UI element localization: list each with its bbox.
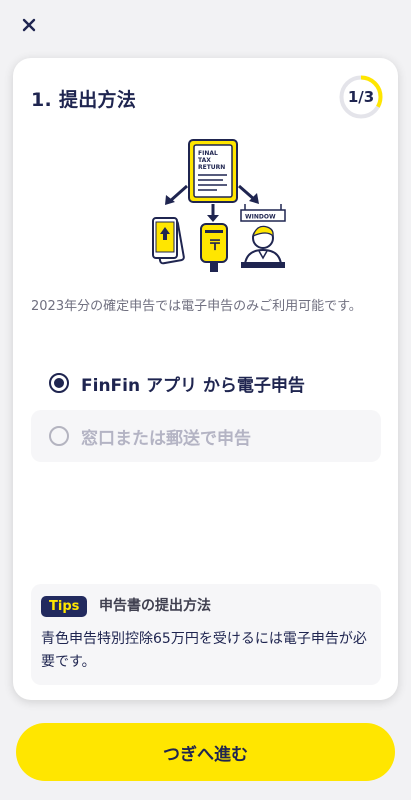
close-icon bbox=[22, 18, 36, 32]
filing-description: 2023年分の確定申告では電子申告のみご利用可能です。 bbox=[31, 299, 362, 314]
window-sign: WINDOW bbox=[245, 214, 276, 221]
tips-box: Tips 申告書の提出方法 青色申告特別控除65万円を受けるには電子申告が必要で… bbox=[31, 584, 381, 685]
option-label-electronic: FinFin アプリ から電子申告 bbox=[81, 375, 305, 396]
step-title: 1. 提出方法 bbox=[31, 89, 137, 111]
step-card: 1. 提出方法 1/3 FINAL TAX RETURN 〒 WINDOW 20… bbox=[13, 58, 398, 700]
progress-label: 1/3 bbox=[347, 88, 375, 106]
next-button[interactable]: つぎへ進む bbox=[16, 723, 395, 781]
tips-heading: 申告書の提出方法 bbox=[99, 598, 211, 614]
option-electronic-filing[interactable]: FinFin アプリ から電子申告 bbox=[31, 357, 381, 409]
tips-badge: Tips bbox=[41, 596, 88, 617]
doc-line-2: TAX bbox=[198, 157, 211, 164]
close-button[interactable] bbox=[14, 10, 44, 40]
radio-unselected bbox=[49, 426, 69, 446]
radio-selected[interactable] bbox=[49, 373, 69, 393]
post-mark: 〒 bbox=[208, 238, 222, 254]
radio-dot bbox=[54, 378, 64, 388]
doc-line-1: FINAL bbox=[198, 150, 218, 157]
option-counter-or-mail: 窓口または郵送で申告 bbox=[31, 410, 381, 462]
tips-body: 青色申告特別控除65万円を受けるには電子申告が必要です。 bbox=[41, 631, 367, 670]
doc-line-3: RETURN bbox=[198, 164, 225, 171]
option-label-counter-mail: 窓口または郵送で申告 bbox=[81, 428, 251, 449]
filing-methods-illustration: FINAL TAX RETURN 〒 WINDOW bbox=[152, 139, 286, 272]
